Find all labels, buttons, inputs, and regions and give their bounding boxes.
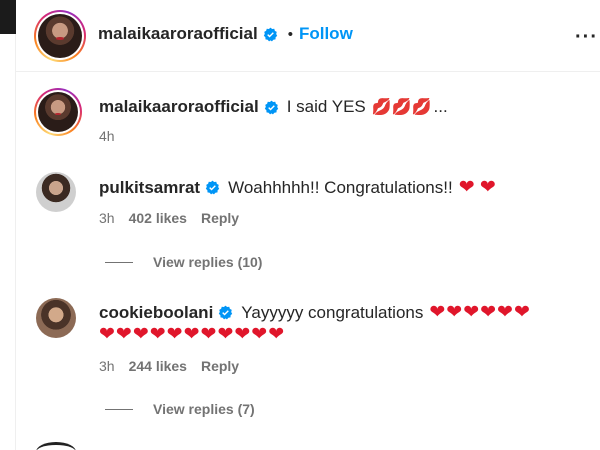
caption-username[interactable]: malaikaaroraofficial xyxy=(99,97,259,117)
caption-text: I said YES xyxy=(286,97,366,116)
caption-row: malaikaaroraofficial I said YES 💋💋💋 ... xyxy=(99,97,448,117)
comment-avatar[interactable] xyxy=(36,298,76,338)
comment-likes[interactable]: 402 likes xyxy=(129,210,187,226)
header-username[interactable]: malaikaaroraofficial xyxy=(98,24,258,44)
comment-text: Woahhhhh!! Congratulations!! xyxy=(228,177,453,197)
heart-emoji: ❤❤❤❤❤❤ xyxy=(429,302,531,323)
caption-avatar[interactable] xyxy=(34,88,82,136)
reply-button[interactable]: Reply xyxy=(201,358,239,374)
dark-corner xyxy=(0,0,16,34)
caption-meta: 4h xyxy=(99,128,115,144)
next-comment-avatar xyxy=(36,442,76,450)
comment-username[interactable]: pulkitsamrat xyxy=(99,178,200,198)
heart-emoji-continued: ❤❤❤❤❤❤❤❤❤❤❤ xyxy=(99,324,286,345)
view-replies-button[interactable]: View replies (10) xyxy=(105,254,262,270)
comment-row: cookieboolani Yayyyyy congratulations ❤❤… xyxy=(99,301,531,324)
view-replies-label: View replies (7) xyxy=(153,401,255,417)
post-header: malaikaaroraofficial • Follow ··· xyxy=(16,0,600,72)
verified-badge-icon xyxy=(264,100,278,114)
comment-row: pulkitsamrat Woahhhhh!! Congratulations!… xyxy=(99,176,496,199)
verified-badge-icon xyxy=(263,27,277,41)
kiss-emoji: 💋💋💋 xyxy=(371,99,432,116)
more-options-icon[interactable]: ··· xyxy=(575,26,598,49)
caption-ellipsis: ... xyxy=(433,97,448,116)
reply-button[interactable]: Reply xyxy=(201,210,239,226)
separator-dot: • xyxy=(287,25,293,43)
comment-time: 3h xyxy=(99,210,115,226)
comment-avatar[interactable] xyxy=(36,172,76,212)
view-replies-label: View replies (10) xyxy=(153,254,263,270)
replies-divider xyxy=(105,408,133,410)
heart-emoji: ❤ ❤ xyxy=(458,177,496,198)
comment-text: Yayyyyy congratulations xyxy=(241,302,424,322)
replies-divider xyxy=(105,261,133,263)
follow-button[interactable]: Follow xyxy=(299,24,353,44)
view-replies-button[interactable]: View replies (7) xyxy=(105,401,255,417)
comment-username[interactable]: cookieboolani xyxy=(99,303,213,323)
comment-meta: 3h 402 likes Reply xyxy=(99,210,239,226)
verified-badge-icon xyxy=(205,180,220,195)
left-edge xyxy=(0,0,16,450)
caption-time: 4h xyxy=(99,128,115,144)
comment-time: 3h xyxy=(99,358,115,374)
comment-likes[interactable]: 244 likes xyxy=(129,358,187,374)
comment-meta: 3h 244 likes Reply xyxy=(99,358,239,374)
verified-badge-icon xyxy=(219,305,233,320)
header-avatar[interactable] xyxy=(34,10,86,62)
